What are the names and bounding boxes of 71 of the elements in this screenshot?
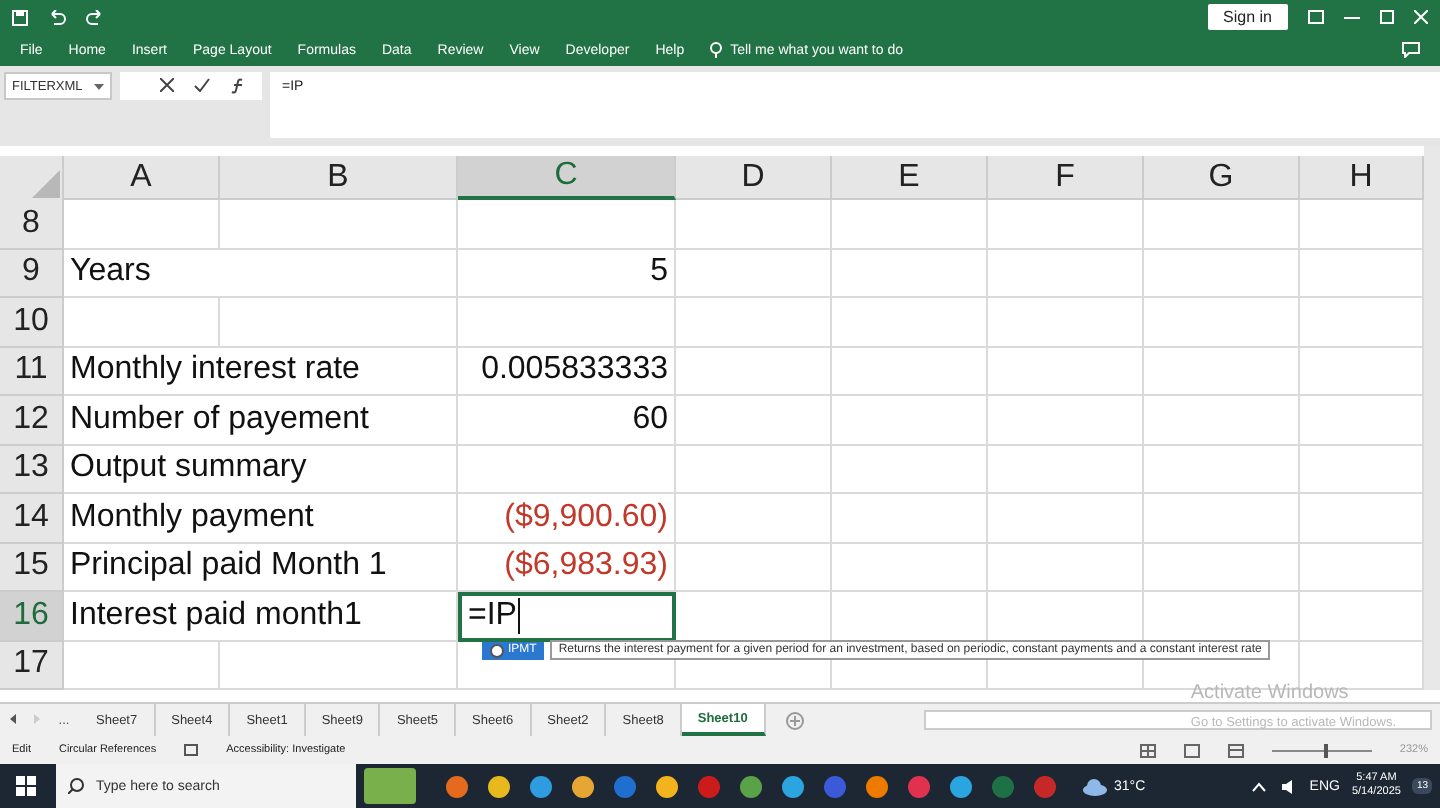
activation-title: Activate Windows (1190, 682, 1351, 704)
taskbar-app-icon[interactable] (782, 775, 804, 797)
table-cell: 60 (458, 396, 676, 445)
table-cell: Monthly payment (64, 494, 458, 543)
row-header[interactable]: 9 (0, 249, 64, 298)
column-header[interactable]: D (676, 156, 832, 200)
function-icon[interactable] (230, 78, 246, 94)
table-cell: ($9,900.60) (458, 494, 676, 543)
undo-icon[interactable] (48, 9, 66, 25)
search-highlight-picture (364, 768, 416, 804)
zoom-slider-thumb[interactable] (1324, 743, 1329, 757)
page-break-icon[interactable] (1227, 743, 1244, 757)
row-header[interactable]: 15 (0, 543, 64, 592)
row-header[interactable]: 12 (0, 396, 64, 445)
column-header[interactable]: H (1300, 156, 1424, 200)
taskbar-app-icon[interactable] (572, 775, 594, 797)
table-cell: Monthly interest rate (64, 347, 458, 396)
column-header[interactable]: F (988, 156, 1144, 200)
table-cell: Output summary (64, 445, 458, 494)
taskbar-app-icon[interactable] (950, 775, 972, 797)
row-header[interactable]: 14 (0, 494, 64, 543)
check-icon[interactable] (194, 78, 210, 92)
lightbulb-icon (710, 42, 723, 58)
close-icon[interactable] (1414, 10, 1428, 24)
normal-view-icon[interactable] (1139, 743, 1156, 757)
taskbar-app-icon[interactable] (740, 775, 762, 797)
taskbar-app-icon[interactable] (488, 775, 510, 797)
save-icon[interactable] (12, 9, 28, 25)
row-header[interactable]: 11 (0, 347, 64, 396)
vertical-scrollbar[interactable] (1424, 146, 1440, 690)
taskbar-app-icon[interactable] (656, 775, 678, 797)
column-header[interactable]: E (832, 156, 988, 200)
column-header[interactable]: G (1144, 156, 1300, 200)
row-header[interactable]: 17 (0, 641, 64, 690)
taskbar-app-icon[interactable] (866, 775, 888, 797)
cancel-icon[interactable] (160, 78, 174, 92)
dropdown-caret-icon[interactable] (94, 83, 104, 89)
minimize-icon[interactable] (1344, 15, 1360, 19)
right-triangle-icon (33, 713, 39, 723)
cloud-icon (1082, 777, 1108, 795)
row-header[interactable]: 8 (0, 200, 64, 249)
column-header[interactable]: C (458, 156, 676, 200)
table-cell: ($6,983.93) (458, 543, 676, 592)
horizontal-scrollbar[interactable] (923, 710, 1432, 730)
chevron-up-icon[interactable] (1251, 781, 1266, 791)
table-cell: 5 (458, 249, 676, 298)
ribbon-display-icon[interactable] (1308, 10, 1324, 24)
speaker-icon[interactable] (1281, 779, 1298, 793)
taskbar-app-icon[interactable] (446, 775, 468, 797)
function-icon (490, 643, 504, 657)
column-header[interactable]: B (220, 156, 458, 200)
redo-icon[interactable] (86, 9, 104, 25)
taskbar-app-icon[interactable] (530, 775, 552, 797)
search-icon (68, 778, 84, 794)
table-cell: Number of payement (64, 396, 458, 445)
row-header[interactable]: 13 (0, 445, 64, 494)
taskbar-app-icon[interactable] (908, 775, 930, 797)
row-header[interactable]: 16 (0, 592, 64, 641)
page-layout-icon[interactable] (1183, 743, 1200, 757)
table-cell: Years (64, 249, 458, 298)
windows-start-icon[interactable] (16, 776, 36, 796)
sign-in-button[interactable]: Sign in (1207, 4, 1288, 30)
comment-icon[interactable] (1402, 42, 1420, 58)
macro-record-icon[interactable] (184, 744, 199, 756)
row-header[interactable]: 10 (0, 298, 64, 347)
table-cell: Principal paid Month 1 (64, 543, 458, 592)
maximize-icon[interactable] (1380, 10, 1394, 24)
column-header[interactable]: A (64, 156, 220, 200)
table-cell: Interest paid month1 (64, 592, 458, 641)
table-cell: 0.005833333 (458, 347, 676, 396)
left-triangle-icon (9, 713, 15, 723)
